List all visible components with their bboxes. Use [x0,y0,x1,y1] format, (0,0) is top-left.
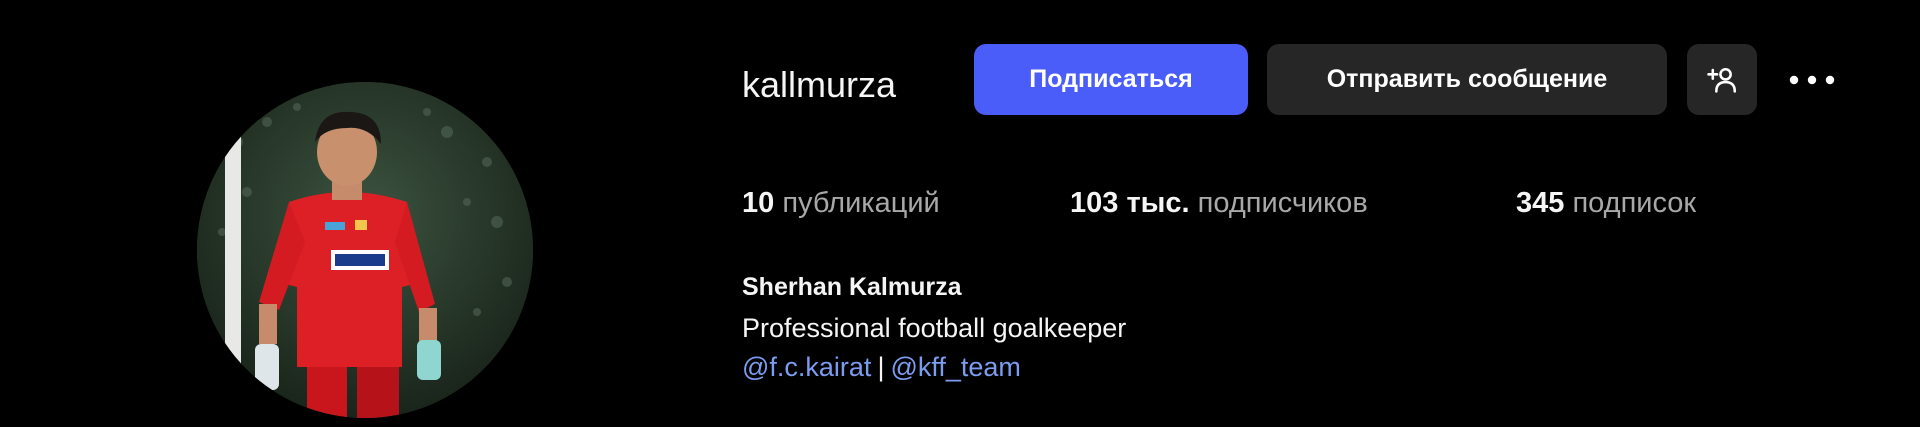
follow-button[interactable]: Подписаться [974,44,1248,115]
send-message-button[interactable]: Отправить сообщение [1267,44,1667,115]
suggest-accounts-button[interactable] [1687,44,1757,115]
following-label: подписок [1572,187,1697,219]
bio-links: @f.c.kairat | @kff_team [742,350,1021,384]
bio-link-kff-team[interactable]: @kff_team [890,352,1020,382]
posts-count: 10 [742,187,775,219]
stat-followers[interactable]: 103 тыс. подписчиков [1070,183,1368,223]
bio-link-fc-kairat[interactable]: @f.c.kairat [742,352,871,382]
profile-username: kallmurza [742,64,897,105]
posts-label: публикаций [782,187,940,219]
profile-bio: Professional football goalkeeper [742,313,1127,343]
following-count: 345 [1516,187,1565,219]
bio-separator: | [877,352,885,382]
stat-following[interactable]: 345 подписок [1516,183,1696,223]
profile-full-name: Sherhan Kalmurza [742,273,962,301]
followers-label: подписчиков [1197,187,1368,219]
add-person-icon [1707,67,1737,93]
profile-avatar[interactable] [197,82,533,418]
avatar-photo [197,82,533,418]
followers-count: 103 тыс. [1070,187,1190,219]
more-options-button[interactable] [1783,60,1841,100]
stat-posts: 10 публикаций [742,183,940,223]
more-options-icon [1789,75,1835,85]
